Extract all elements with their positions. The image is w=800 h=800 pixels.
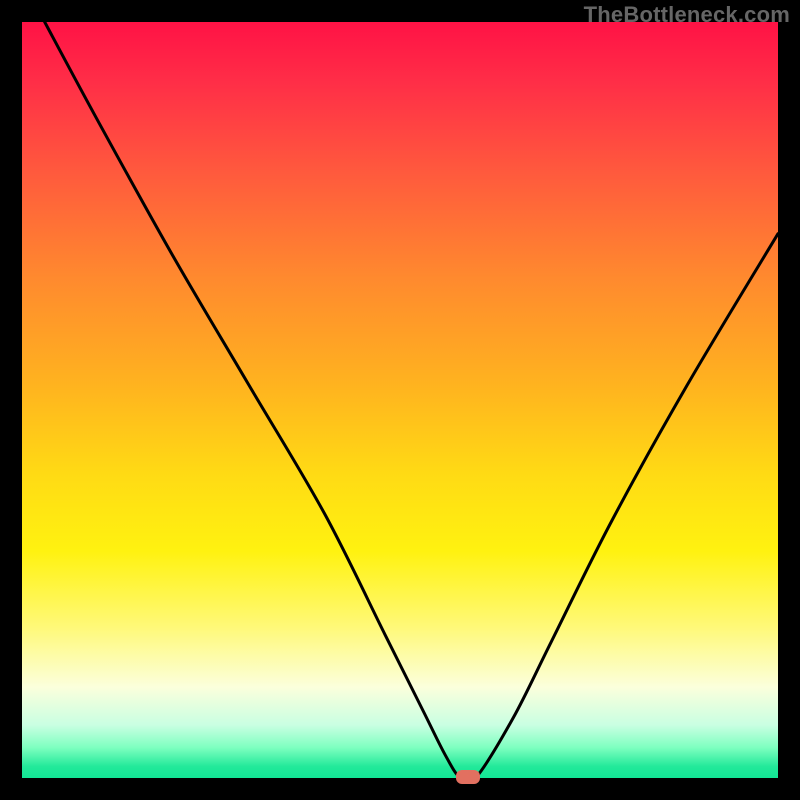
plot-area bbox=[22, 22, 778, 778]
chart-frame: TheBottleneck.com bbox=[0, 0, 800, 800]
curve-layer bbox=[22, 22, 778, 778]
bottleneck-curve bbox=[45, 22, 778, 783]
watermark-text: TheBottleneck.com bbox=[584, 2, 790, 28]
optimal-marker bbox=[456, 770, 480, 784]
